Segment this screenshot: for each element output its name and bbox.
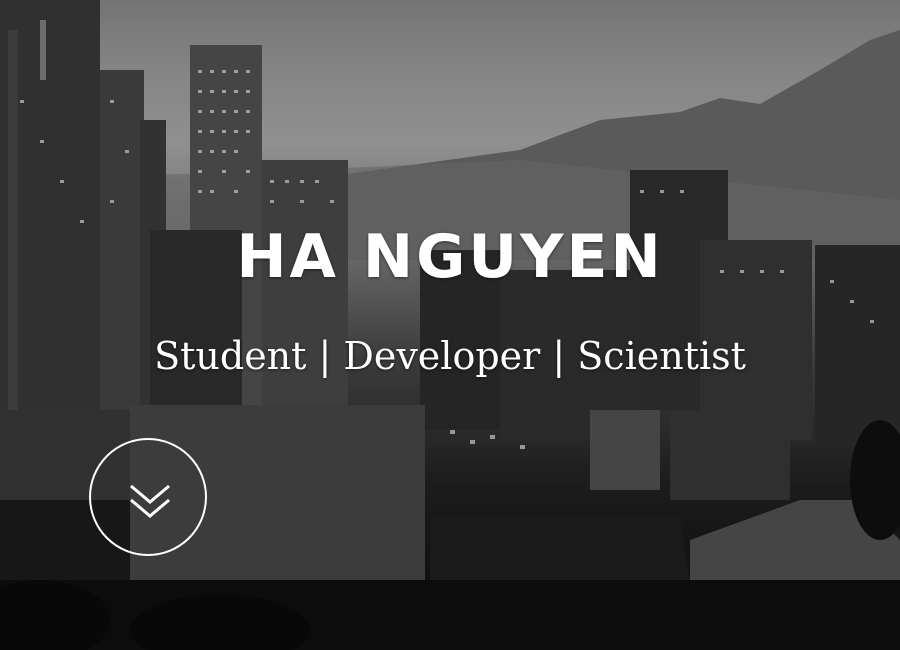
hero-tagline: Student | Developer | Scientist: [154, 334, 746, 378]
hero-name-heading: HA NGUYEN: [236, 222, 664, 292]
hero-section: HA NGUYEN Student | Developer | Scientis…: [0, 0, 900, 650]
scroll-down-button[interactable]: [89, 438, 207, 556]
double-chevron-down-icon: [130, 484, 170, 518]
